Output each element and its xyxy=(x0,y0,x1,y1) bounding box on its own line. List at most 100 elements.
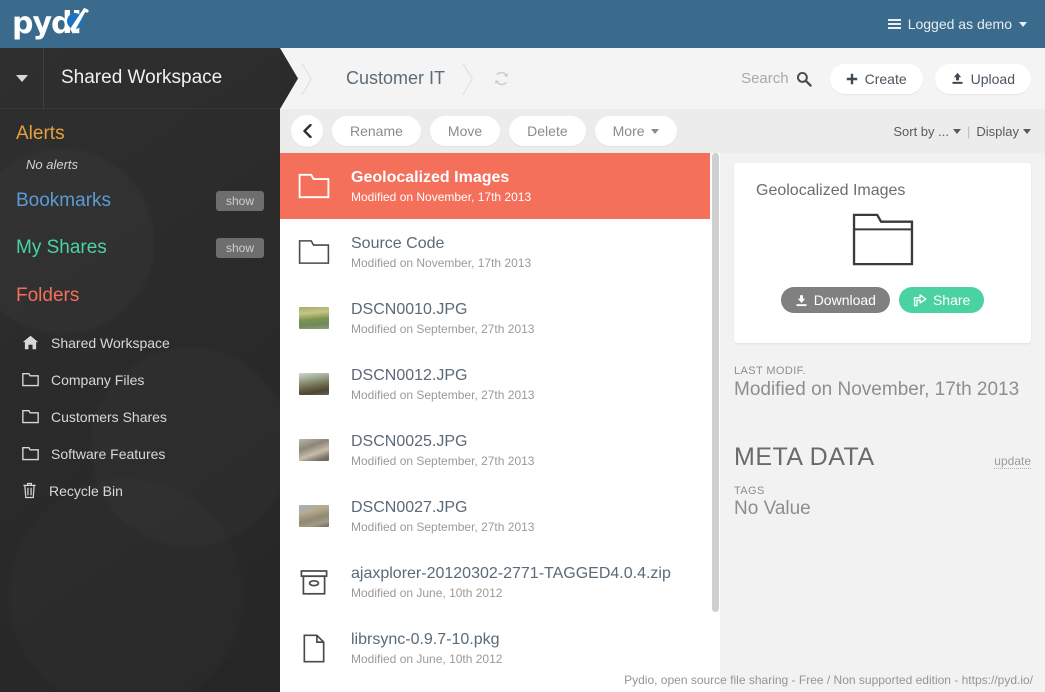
file-date: Modified on September, 27th 2013 xyxy=(351,453,535,468)
chevron-down-icon xyxy=(1023,128,1031,134)
folder-icon xyxy=(22,446,39,461)
list-item-text: ajaxplorer-20120302-2771-TAGGED4.0.4.zip… xyxy=(351,565,671,600)
list-item-text: DSCN0012.JPG Modified on September, 27th… xyxy=(351,367,534,402)
breadcrumb-arrow xyxy=(280,48,298,109)
search-icon xyxy=(796,71,812,87)
tags-label: TAGS xyxy=(734,485,765,497)
file-icon-cell xyxy=(293,373,335,395)
list-item[interactable]: Source Code Modified on November, 17th 2… xyxy=(280,219,720,285)
meta-data-title: META DATA xyxy=(734,443,875,471)
sidebar-item-software-features[interactable]: Software Features xyxy=(0,435,280,472)
application-window: pydi Logged as demo Shared Workspace Ale… xyxy=(0,0,1045,692)
chevron-left-icon xyxy=(302,124,312,138)
sidebar-section-my-shares[interactable]: My Shares show xyxy=(0,237,280,259)
file-icon-cell xyxy=(293,569,335,596)
chevron-down-icon xyxy=(15,74,28,82)
bookmarks-show-button[interactable]: show xyxy=(215,191,264,211)
file-date: Modified on September, 27th 2013 xyxy=(351,387,535,402)
user-menu-label: Logged as demo xyxy=(907,16,1012,32)
image-thumbnail xyxy=(299,439,329,461)
detail-panel: Geolocalized Images Download Share LAST … xyxy=(720,153,1045,692)
file-icon-cell xyxy=(293,173,335,199)
alerts-title: Alerts xyxy=(16,123,65,144)
upload-button[interactable]: Upload xyxy=(934,63,1031,94)
chevron-down-icon xyxy=(952,128,961,134)
sort-by-label: Sort by ... xyxy=(893,123,949,139)
sort-by-button[interactable]: Sort by ... xyxy=(893,124,961,139)
download-button[interactable]: Download xyxy=(780,287,890,313)
file-name: DSCN0027.JPG xyxy=(351,498,468,516)
workspace-title: Shared Workspace xyxy=(61,67,223,88)
my-shares-show-button[interactable]: show xyxy=(215,238,264,258)
folder-icon xyxy=(22,409,39,424)
home-icon xyxy=(22,335,39,350)
sidebar-item-customers-shares[interactable]: Customers Shares xyxy=(0,398,280,435)
list-item[interactable]: ajaxplorer-20120302-2771-TAGGED4.0.4.zip… xyxy=(280,549,720,615)
file-list[interactable]: Geolocalized Images Modified on November… xyxy=(280,153,720,692)
preview-card: Geolocalized Images Download Share xyxy=(734,163,1031,343)
bookmarks-title: Bookmarks xyxy=(16,190,112,211)
preview-actions: Download Share xyxy=(780,287,985,313)
sidebar-item-label: Software Features xyxy=(51,445,166,462)
archive-icon xyxy=(300,569,328,595)
share-button[interactable]: Share xyxy=(898,287,985,313)
refresh-icon[interactable] xyxy=(493,70,510,87)
list-item-text: Source Code Modified on November, 17th 2… xyxy=(351,235,531,270)
search-label: Search xyxy=(741,70,789,87)
file-icon-cell xyxy=(293,307,335,329)
search-button[interactable]: Search xyxy=(741,70,818,87)
move-label: Move xyxy=(447,123,483,139)
hamburger-icon xyxy=(887,17,901,32)
sidebar: Shared Workspace Alerts No alerts Bookma… xyxy=(0,48,280,692)
sidebar-item-company-files[interactable]: Company Files xyxy=(0,361,280,398)
sidebar-item-recycle-bin[interactable]: Recycle Bin xyxy=(0,472,280,509)
app-logo[interactable]: pydi xyxy=(0,0,89,48)
folder-icon xyxy=(852,213,913,266)
file-date: Modified on June, 10th 2012 xyxy=(351,585,503,600)
file-icon-cell xyxy=(293,239,335,265)
list-item[interactable]: DSCN0027.JPG Modified on September, 27th… xyxy=(280,483,720,549)
file-name: DSCN0025.JPG xyxy=(351,432,468,450)
sidebar-item-shared-workspace[interactable]: Shared Workspace xyxy=(0,324,280,361)
scrollbar-thumb[interactable] xyxy=(712,153,719,612)
more-button[interactable]: More xyxy=(594,116,677,146)
breadcrumb-separator-icon xyxy=(298,48,324,109)
image-thumbnail xyxy=(299,373,329,395)
list-item-text: DSCN0025.JPG Modified on September, 27th… xyxy=(351,433,534,468)
file-date: Modified on November, 17th 2013 xyxy=(351,189,532,204)
sidebar-section-bookmarks[interactable]: Bookmarks show xyxy=(0,190,280,212)
file-icon-cell xyxy=(293,505,335,527)
update-link[interactable]: update xyxy=(994,454,1031,469)
file-date: Modified on September, 27th 2013 xyxy=(351,321,535,336)
user-menu-button[interactable]: Logged as demo xyxy=(887,16,1045,32)
preview-title: Geolocalized Images xyxy=(756,182,906,199)
sidebar-item-label: Customers Shares xyxy=(51,408,167,425)
display-label: Display xyxy=(976,123,1019,139)
list-item[interactable]: DSCN0025.JPG Modified on September, 27th… xyxy=(280,417,720,483)
list-item[interactable]: DSCN0012.JPG Modified on September, 27th… xyxy=(280,351,720,417)
folders-title: Folders xyxy=(16,285,80,306)
list-item[interactable]: DSCN0010.JPG Modified on September, 27th… xyxy=(280,285,720,351)
folder-icon xyxy=(22,372,39,387)
last-modif-value: Modified on November, 17th 2013 xyxy=(734,379,1020,400)
back-button[interactable] xyxy=(291,115,323,147)
list-item[interactable]: Geolocalized Images Modified on November… xyxy=(280,153,720,219)
display-button[interactable]: Display xyxy=(976,124,1031,139)
file-icon-cell xyxy=(293,634,335,663)
sidebar-item-label: Recycle Bin xyxy=(49,482,123,499)
share-label: Share xyxy=(932,292,971,308)
file-list-scrollbar[interactable] xyxy=(710,153,720,692)
toolbar-view-options: Sort by ... | Display xyxy=(893,124,1031,139)
breadcrumb-current-folder[interactable]: Customer IT xyxy=(324,68,459,89)
delete-button[interactable]: Delete xyxy=(509,116,586,146)
create-label: Create xyxy=(864,70,907,87)
rename-button[interactable]: Rename xyxy=(332,116,421,146)
create-button[interactable]: Create xyxy=(829,63,923,94)
move-button[interactable]: Move xyxy=(429,116,501,146)
plus-icon xyxy=(846,73,857,84)
workspace-switcher-button[interactable] xyxy=(0,48,44,109)
file-name: DSCN0010.JPG xyxy=(351,300,468,318)
file-date: Modified on November, 17th 2013 xyxy=(351,255,532,270)
pydio-logo-icon: pydi xyxy=(12,8,89,39)
sidebar-section-folders: Folders xyxy=(0,285,280,307)
